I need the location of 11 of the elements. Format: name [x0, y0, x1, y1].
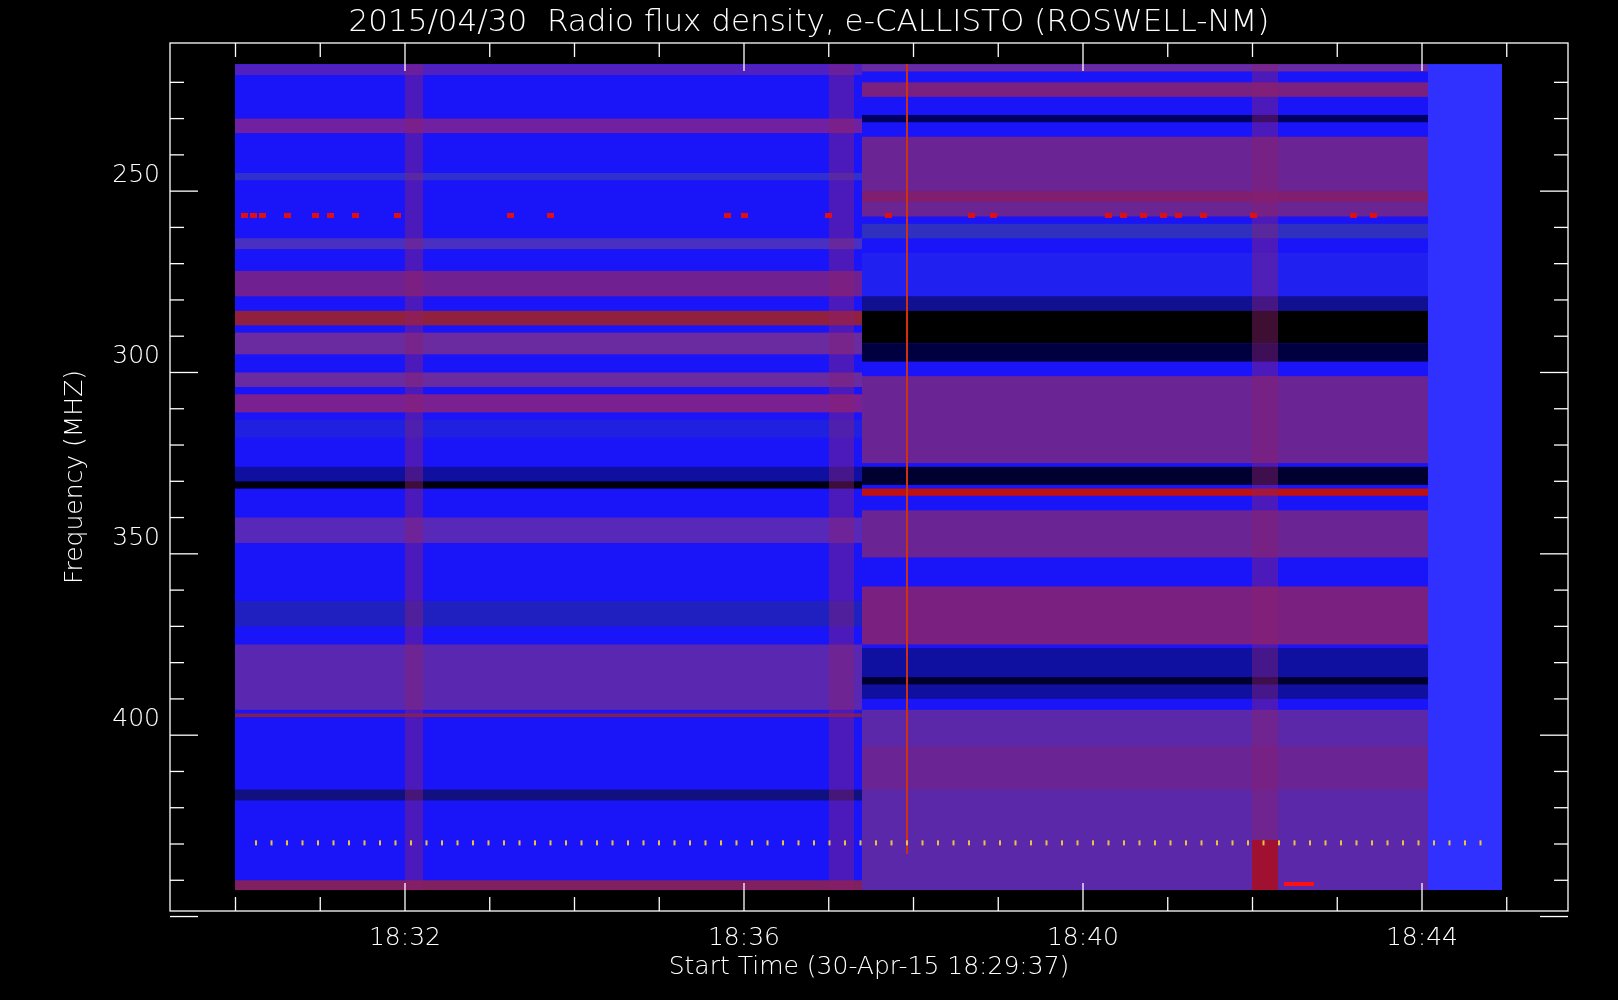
y-axis-label: Frequency (MHZ) — [59, 369, 88, 585]
x-axis-label: Start Time (30-Apr-15 18:29:37) — [668, 951, 1070, 980]
y-tick-label: 250 — [112, 159, 160, 188]
x-tick-label: 18:40 — [1047, 922, 1119, 951]
x-tick-label: 18:32 — [369, 922, 441, 951]
y-tick-label: 300 — [112, 340, 160, 370]
y-tick-label: 350 — [112, 521, 160, 551]
x-tick-label: 18:44 — [1386, 922, 1458, 951]
y-tick-label: 400 — [112, 703, 160, 733]
plot-title: 2015/04/30 Radio flux density, e-CALLISTO (ROSWELL-NM) — [348, 2, 1270, 38]
x-tick-label: 18:36 — [708, 922, 780, 951]
